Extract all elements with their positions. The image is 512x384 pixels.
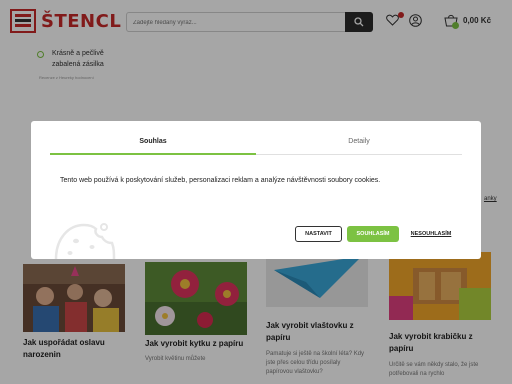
- decline-button[interactable]: NESOUHLASÍM: [405, 226, 457, 242]
- tab-details[interactable]: Detaily: [256, 121, 462, 155]
- tab-consent[interactable]: Souhlas: [50, 121, 256, 155]
- consent-message: Tento web používá k poskytování služeb, …: [60, 177, 381, 184]
- settings-button[interactable]: NASTAVIT: [295, 226, 342, 242]
- accept-button[interactable]: SOUHLASÍM: [347, 226, 399, 242]
- tab-active-indicator: [50, 153, 256, 155]
- cookie-icon: [54, 223, 116, 259]
